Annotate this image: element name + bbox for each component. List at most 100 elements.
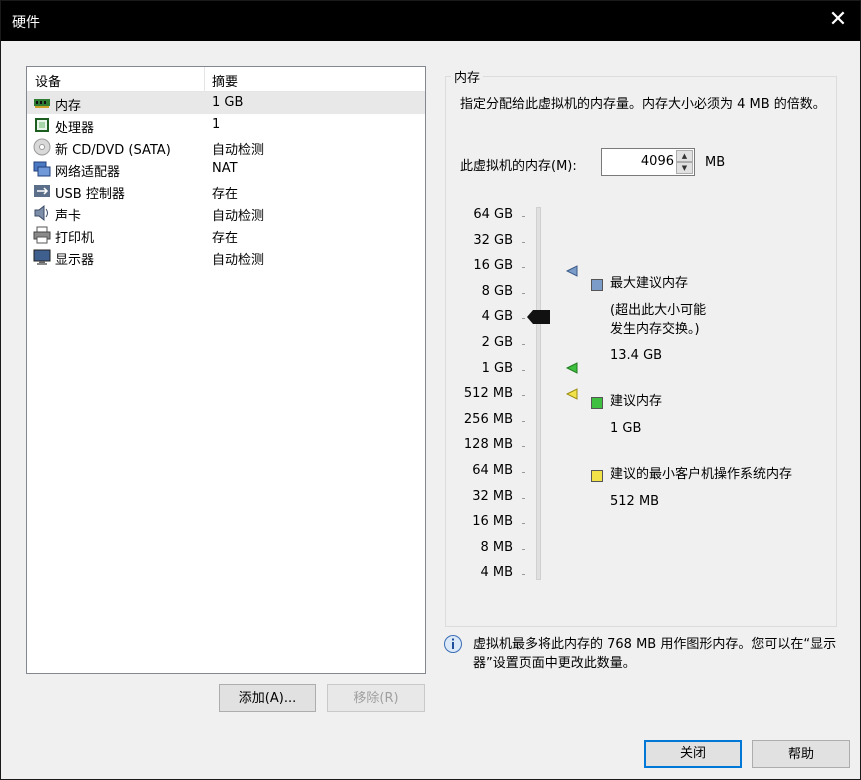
slider-tick-label: 128 MB [463,437,513,452]
slider-tick-mark [522,344,525,345]
slider-tick-label: 16 MB [472,514,513,529]
slider-tick-mark [522,242,525,243]
device-name: 网络适配器 [55,165,121,180]
device-row-network-adapter[interactable]: 网络适配器 NAT [27,158,425,180]
memory-unit: MB [705,155,726,170]
device-name: 内存 [55,99,82,114]
device-row-cd-dvd[interactable]: 新 CD/DVD (SATA) 自动检测 [27,136,425,158]
display-icon [33,249,51,265]
memory-icon [34,99,50,108]
slider-tick-mark [522,421,525,422]
slider-tick-mark [522,395,525,396]
help-button[interactable]: 帮助 [752,740,850,768]
recommended-marker [566,362,578,374]
device-name: 显示器 [55,253,95,268]
spin-up-button[interactable]: ▲ [676,150,693,162]
spin-down-button[interactable]: ▼ [676,162,693,174]
cd-dvd-icon [33,138,51,156]
slider-tick-label: 64 MB [472,463,513,478]
recommended-value: 1 GB [610,421,642,436]
recommended-swatch [591,397,603,409]
slider-tick-label: 32 GB [473,233,513,248]
memory-description: 指定分配给此虚拟机的内存量。内存大小必须为 4 MB 的倍数。 [460,97,826,112]
slider-tick-mark [522,523,525,524]
printer-icon [33,226,51,244]
device-list: 设备 摘要 内存 1 GB 处理器 1 新 CD/DVD (SATA) 自动检测… [26,66,426,674]
memory-slider-track[interactable] [536,207,541,580]
minimum-label: 建议的最小客户机操作系统内存 [610,467,793,482]
slider-tick-label: 2 GB [481,335,513,350]
memory-input[interactable]: 4096 ▲ ▼ [601,148,695,176]
title-bar: 硬件 ✕ [1,1,860,41]
slider-tick-label: 64 GB [473,207,513,222]
memory-slider-thumb[interactable] [527,310,551,324]
device-row-processor[interactable]: 处理器 1 [27,114,425,136]
slider-tick-mark [522,318,525,319]
slider-tick-label: 4 GB [481,309,513,324]
close-icon[interactable]: ✕ [828,9,848,31]
slider-tick-label: 16 GB [473,258,513,273]
device-row-printer[interactable]: 打印机 存在 [27,224,425,246]
minimum-swatch [591,470,603,482]
slider-tick-mark [522,549,525,550]
device-name: 打印机 [55,231,95,246]
network-adapter-icon [33,161,51,177]
max-recommended-note-line1: (超出此大小可能 [610,303,707,318]
slider-tick-label: 8 GB [481,284,513,299]
memory-field-label: 此虚拟机的内存(M): [460,159,577,174]
info-icon [444,635,462,653]
recommended-label: 建议内存 [610,394,663,409]
usb-icon [34,185,50,197]
device-name: USB 控制器 [55,187,125,202]
device-name: 处理器 [55,121,95,136]
slider-tick-label: 8 MB [480,540,513,555]
remove-device-button[interactable]: 移除(R) [327,684,425,712]
slider-tick-mark [522,472,525,473]
slider-tick-label: 512 MB [463,386,513,401]
device-list-header: 设备 摘要 [27,67,425,92]
slider-tick-mark [522,370,525,371]
column-divider[interactable] [204,67,205,91]
device-name: 声卡 [55,209,82,224]
max-recommended-value: 13.4 GB [610,348,663,363]
memory-value[interactable]: 4096 [641,154,674,169]
device-summary: 存在 [212,231,239,246]
slider-tick-mark [522,293,525,294]
slider-tick-mark [522,267,525,268]
device-summary: 自动检测 [212,209,265,224]
device-name: 新 CD/DVD (SATA) [55,143,171,158]
device-summary: 自动检测 [212,143,265,158]
slider-tick-label: 4 MB [480,565,513,580]
device-summary: 1 GB [212,95,244,110]
graphics-memory-note: 虚拟机最多将此内存的 768 MB 用作图形内存。您可以在“显示器”设置页面中更… [473,637,837,671]
close-button[interactable]: 关闭 [644,740,742,768]
processor-icon [35,118,49,132]
slider-tick-label: 32 MB [472,489,513,504]
device-summary: NAT [212,161,238,176]
slider-tick-mark [522,446,525,447]
slider-tick-mark [522,498,525,499]
add-device-button[interactable]: 添加(A)... [219,684,316,712]
device-row-memory[interactable]: 内存 1 GB [27,92,425,114]
column-header-device[interactable]: 设备 [35,71,61,90]
device-row-sound-card[interactable]: 声卡 自动检测 [27,202,425,224]
slider-tick-label: 1 GB [481,361,513,376]
memory-group-title: 内存 [451,67,484,86]
max-recommended-swatch [591,279,603,291]
device-summary: 存在 [212,187,239,202]
slider-tick-mark [522,216,525,217]
sound-card-icon [34,204,48,222]
max-recommended-label: 最大建议内存 [610,276,689,291]
minimum-marker [566,388,578,400]
device-row-usb[interactable]: USB 控制器 存在 [27,180,425,202]
max-recommended-note-line2: 发生内存交换。) [610,322,700,337]
slider-tick-label: 256 MB [463,412,513,427]
column-header-summary[interactable]: 摘要 [212,71,238,90]
window-title: 硬件 [12,15,40,31]
device-row-display[interactable]: 显示器 自动检测 [27,246,425,268]
device-summary: 1 [212,117,221,132]
slider-tick-mark [522,574,525,575]
minimum-value: 512 MB [610,494,660,509]
max-recommended-marker [566,265,578,277]
device-summary: 自动检测 [212,253,265,268]
